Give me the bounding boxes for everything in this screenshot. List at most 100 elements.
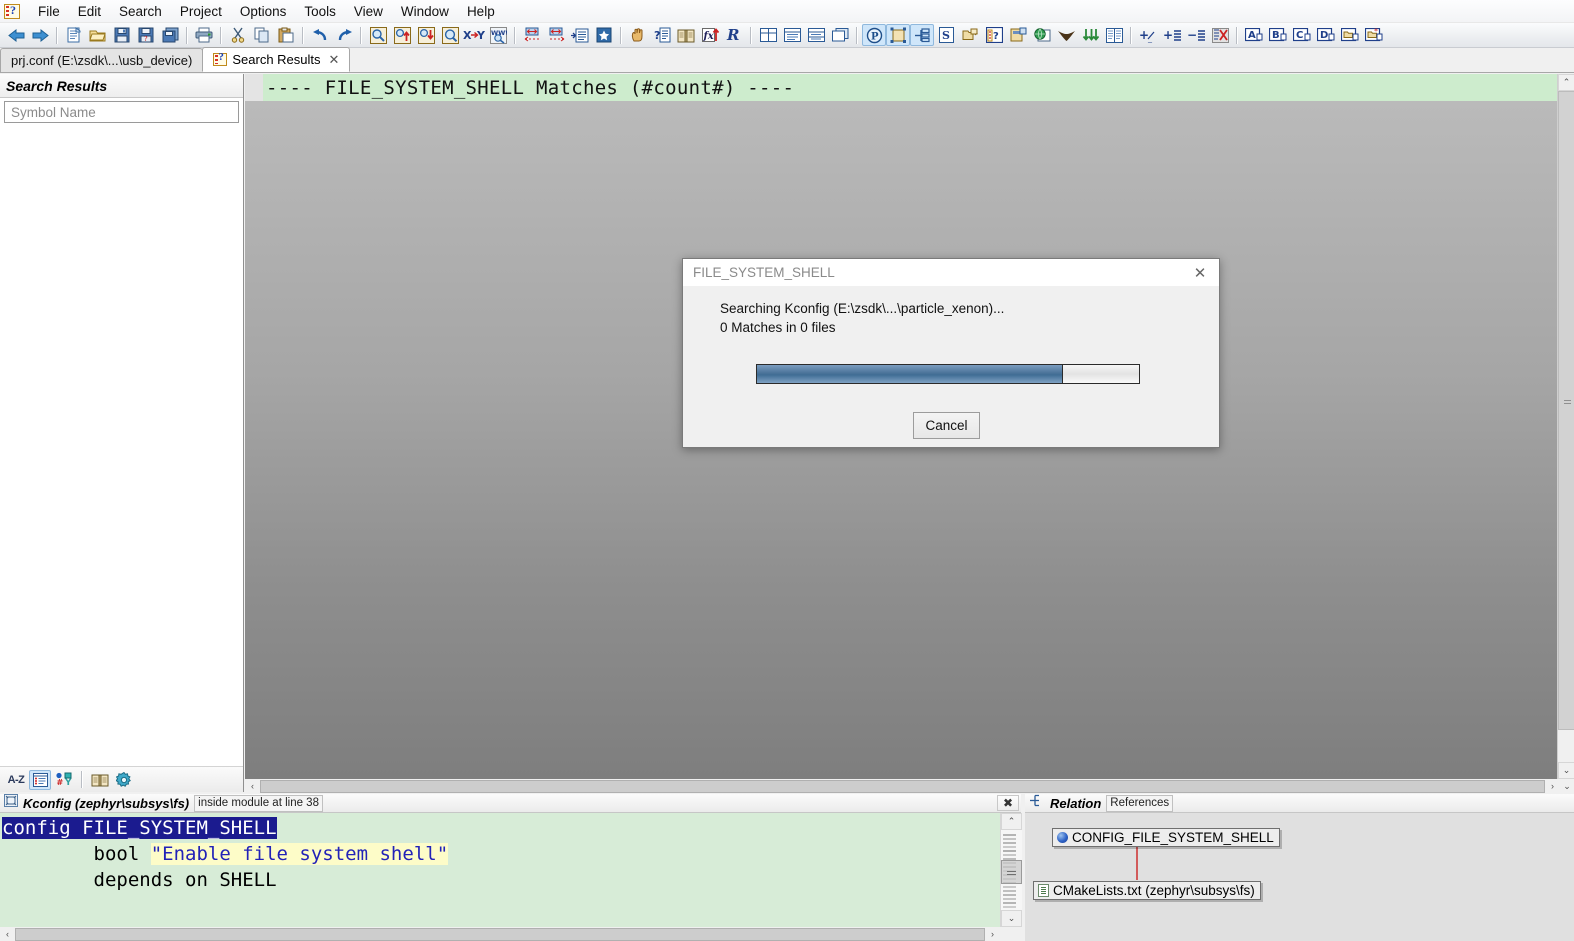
search-up-icon[interactable]	[390, 24, 414, 46]
add-item-icon[interactable]: +	[1160, 24, 1184, 46]
editor-vertical-scrollbar[interactable]: ⌃ ⌄	[1557, 74, 1574, 779]
dictionary-icon[interactable]	[674, 24, 698, 46]
code-vertical-scrollbar[interactable]: ⌃ ⌄	[1000, 813, 1022, 927]
paste-icon[interactable]	[274, 24, 298, 46]
code-minimap-track[interactable]	[1001, 830, 1022, 910]
context-help-icon[interactable]: ?	[650, 24, 674, 46]
settings-gear-button[interactable]	[113, 770, 135, 790]
relation-graph[interactable]: CONFIG_FILE_SYSTEM_SHELL CMakeLists.txt …	[1025, 813, 1574, 941]
globe-icon[interactable]	[1030, 24, 1054, 46]
relation-node-config[interactable]: CONFIG_FILE_SYSTEM_SHELL	[1052, 828, 1280, 847]
layout-stack-icon[interactable]	[804, 24, 828, 46]
help-window-icon[interactable]: ?	[982, 24, 1006, 46]
svg-text:C: C	[1296, 30, 1303, 41]
vertical-scroll-track[interactable]	[1558, 91, 1574, 762]
back-icon[interactable]	[4, 24, 28, 46]
mark-b-icon[interactable]: B	[1266, 24, 1290, 46]
close-icon[interactable]: ✕	[329, 52, 340, 68]
project-icon[interactable]: P	[862, 24, 886, 46]
horizontal-scroll-thumb[interactable]	[15, 927, 985, 941]
code-horizontal-scrollbar[interactable]: ‹ ›	[0, 927, 1021, 941]
r-logo-icon[interactable]: R	[722, 24, 746, 46]
mark-d-icon[interactable]: D	[1314, 24, 1338, 46]
menu-item-help[interactable]: Help	[458, 2, 504, 21]
goto-line-icon[interactable]	[568, 24, 592, 46]
scroll-right-button[interactable]: ›	[1545, 779, 1560, 793]
expand-right-icon[interactable]	[544, 24, 568, 46]
symbol-icon[interactable]: S	[934, 24, 958, 46]
editor-horizontal-scrollbar[interactable]: ‹ › ⌄	[245, 779, 1574, 793]
search-icon[interactable]	[366, 24, 390, 46]
save-as-icon[interactable]: ?	[134, 24, 158, 46]
grid-icon[interactable]	[1102, 24, 1126, 46]
diagram-icon[interactable]	[886, 24, 910, 46]
forward-icon[interactable]	[28, 24, 52, 46]
scroll-down-button[interactable]: ⌄	[1001, 910, 1022, 927]
bookmark-icon[interactable]	[592, 24, 616, 46]
scroll-corner-button[interactable]: ⌄	[1560, 779, 1574, 793]
mark-a-icon[interactable]: A	[1242, 24, 1266, 46]
undo-icon[interactable]	[308, 24, 332, 46]
tab-search-results[interactable]: Search Results ✕	[202, 47, 351, 72]
symbol-filter-button[interactable]: # Y	[53, 770, 75, 790]
mark-folder-icon[interactable]	[1338, 24, 1362, 46]
relation-icon[interactable]	[910, 24, 934, 46]
menu-item-view[interactable]: View	[345, 2, 392, 21]
function-up-icon[interactable]: fx	[698, 24, 722, 46]
mark-c-icon[interactable]: C	[1290, 24, 1314, 46]
replace-xy-icon[interactable]: XY	[462, 24, 486, 46]
scroll-left-button[interactable]: ‹	[245, 779, 260, 793]
remove-item-icon[interactable]: −	[1184, 24, 1208, 46]
web-search-icon[interactable]: WWW	[486, 24, 510, 46]
folder-tree-icon[interactable]	[958, 24, 982, 46]
menu-item-edit[interactable]: Edit	[69, 2, 110, 21]
menu-item-options[interactable]: Options	[231, 2, 296, 21]
scroll-up-button[interactable]: ⌃	[1001, 813, 1022, 830]
scroll-up-button[interactable]: ⌃	[1558, 74, 1574, 91]
redo-icon[interactable]	[332, 24, 356, 46]
search-down-icon[interactable]	[414, 24, 438, 46]
clear-all-icon[interactable]	[1208, 24, 1232, 46]
expand-left-icon[interactable]	[520, 24, 544, 46]
window-icon[interactable]	[1006, 24, 1030, 46]
menu-item-window[interactable]: Window	[392, 2, 458, 21]
vertical-scroll-thumb[interactable]	[1558, 91, 1574, 730]
close-icon[interactable]: ✕	[1181, 259, 1219, 286]
layout-cascade-icon[interactable]	[828, 24, 852, 46]
kconfig-code-view[interactable]: config FILE_SYSTEM_SHELL bool "Enable fi…	[0, 813, 1000, 927]
horizontal-scroll-thumb[interactable]	[260, 779, 1545, 793]
toolbar-separator	[302, 26, 304, 44]
new-file-icon[interactable]	[62, 24, 86, 46]
bird-icon[interactable]	[1054, 24, 1078, 46]
menu-item-search[interactable]: Search	[110, 2, 171, 21]
cut-icon[interactable]	[226, 24, 250, 46]
sort-az-button[interactable]: A-Z	[5, 770, 27, 790]
dictionary-button[interactable]	[89, 770, 111, 790]
close-icon[interactable]: ✖	[997, 795, 1019, 811]
layout-single-icon[interactable]	[780, 24, 804, 46]
tab-prj-conf[interactable]: prj.conf (E:\zsdk\...\usb_device)	[0, 48, 204, 72]
open-folder-icon[interactable]	[86, 24, 110, 46]
hand-icon[interactable]	[626, 24, 650, 46]
save-icon[interactable]	[110, 24, 134, 46]
menu-item-tools[interactable]: Tools	[295, 2, 345, 21]
list-view-button[interactable]	[29, 769, 51, 790]
save-all-icon[interactable]	[158, 24, 182, 46]
code-minimap-thumb[interactable]	[1001, 860, 1022, 884]
menu-item-file[interactable]: File	[29, 2, 69, 21]
search-all-icon[interactable]	[438, 24, 462, 46]
scroll-left-button[interactable]: ‹	[0, 927, 15, 941]
symbol-name-search-input[interactable]: Symbol Name	[4, 101, 239, 123]
search-progress-dialog[interactable]: FILE_SYSTEM_SHELL ✕ Searching Kconfig (E…	[682, 258, 1220, 448]
mark-new-folder-icon[interactable]: *	[1362, 24, 1386, 46]
symbol-result-list[interactable]	[0, 123, 243, 766]
compare-icon[interactable]	[1078, 24, 1102, 46]
scroll-down-button[interactable]: ⌄	[1558, 762, 1574, 779]
copy-icon[interactable]	[250, 24, 274, 46]
toggle-sign-icon[interactable]: + _	[1136, 24, 1160, 46]
scroll-right-button[interactable]: ›	[985, 927, 1000, 941]
relation-node-cmake[interactable]: CMakeLists.txt (zephyr\subsys\fs)	[1033, 881, 1261, 900]
layout-split-icon[interactable]	[756, 24, 780, 46]
print-icon[interactable]	[192, 24, 216, 46]
menu-item-project[interactable]: Project	[171, 2, 231, 21]
